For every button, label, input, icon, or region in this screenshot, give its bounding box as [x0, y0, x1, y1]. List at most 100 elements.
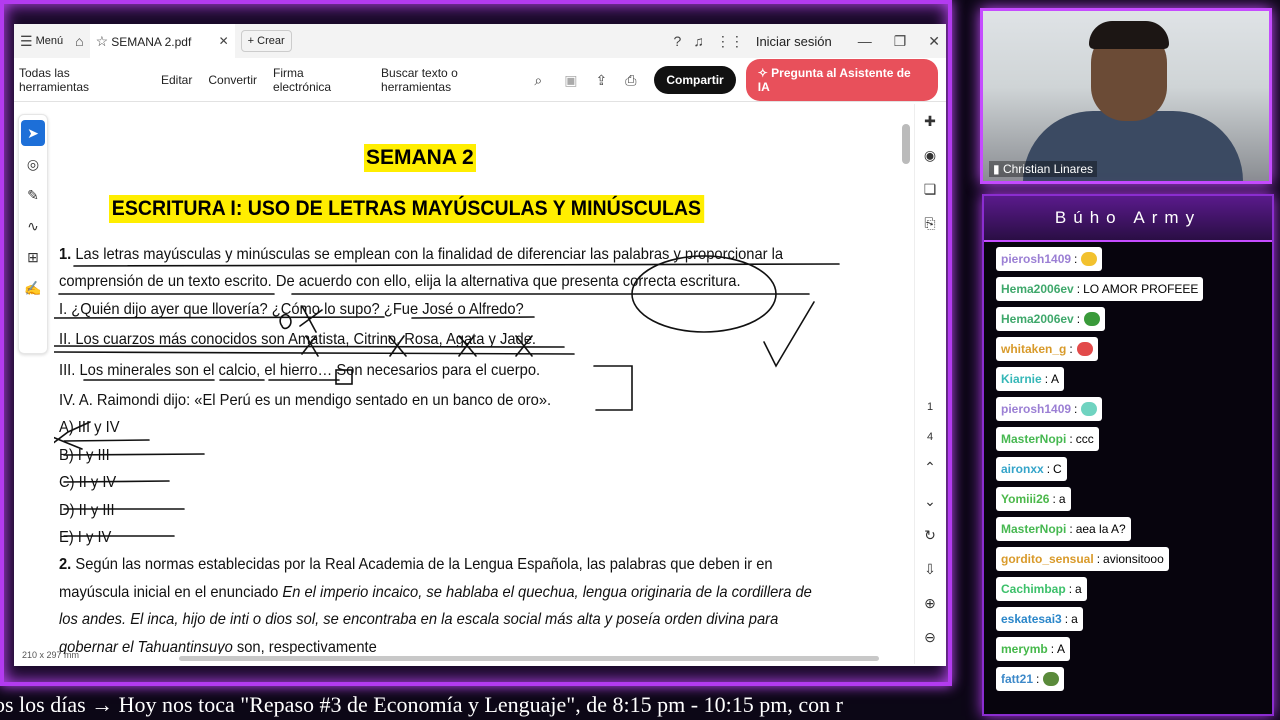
chat-separator: :: [1074, 252, 1078, 266]
chat-text: a: [1071, 612, 1078, 626]
chat-separator: :: [1050, 642, 1055, 656]
close-window-button[interactable]: ✕: [922, 24, 946, 58]
chat-message: merymb: A: [996, 637, 1071, 661]
ai-assistant-button[interactable]: ✧ Pregunta al Asistente de IA: [745, 58, 938, 101]
chat-message: Hema2006ev:: [996, 307, 1106, 331]
comment-panel-icon[interactable]: ✚: [915, 104, 945, 138]
ticker-text: os los días → Hoy nos toca "Repaso #3 de…: [0, 692, 843, 717]
strike-statement-i: [54, 316, 535, 319]
restore-icon: ❐: [893, 33, 907, 49]
chat-panel: Búho Army pierosh1409: Hema2006ev: LO AMOR…: [982, 194, 1274, 716]
star-icon[interactable]: ☆: [96, 34, 109, 48]
restore-button[interactable]: ❐: [888, 24, 913, 58]
chat-message: whitaken_g:: [996, 337, 1098, 361]
main-toolbar: Todas las herramientas Editar Convertir …: [14, 58, 946, 102]
pen-tool-icon[interactable]: ✎: [21, 182, 45, 208]
page-up-icon[interactable]: ⌃: [915, 450, 945, 484]
chat-text: a: [1075, 582, 1082, 596]
edit-menu[interactable]: Editar: [161, 73, 192, 87]
signin-button[interactable]: Iniciar sesión: [750, 24, 838, 58]
extract-icon[interactable]: ⇩: [915, 552, 945, 586]
chat-username: MasterNopi: [1001, 432, 1067, 446]
cross-marks: [299, 305, 533, 357]
pdf-viewer-window: ☰ Menú ⌂ ☆ SEMANA 2.pdf ✕ + Crear ? ♫ ⋮⋮…: [14, 24, 946, 666]
chat-text: LO AMOR PROFEEE: [1083, 282, 1199, 296]
minimize-button[interactable]: —: [852, 24, 878, 58]
tab-bar: ☰ Menú ⌂ ☆ SEMANA 2.pdf ✕ + Crear ? ♫ ⋮⋮…: [14, 24, 946, 58]
chat-message: MasterNopi: aea la A?: [996, 517, 1131, 541]
tool-rail: ➤ ◎ ✎ ∿ ⊞ ✍: [18, 114, 48, 354]
chat-separator: :: [1068, 582, 1073, 596]
webcam-name-text: Christian Linares: [1002, 162, 1093, 176]
chat-message: pierosh1409:: [996, 247, 1103, 271]
comment-tool-icon[interactable]: ◎: [21, 151, 45, 177]
close-tab-icon[interactable]: ✕: [219, 35, 229, 47]
convert-menu[interactable]: Convertir: [208, 73, 257, 87]
chat-message: Yomiii26: a: [996, 487, 1071, 511]
menu-label: Menú: [35, 35, 64, 47]
upload-icon[interactable]: ⇪: [595, 73, 607, 87]
zoom-out-icon[interactable]: ⊖: [915, 620, 945, 654]
chat-username: aironxx: [1001, 462, 1044, 476]
menu-button[interactable]: ☰ Menú: [14, 24, 69, 58]
apps-button[interactable]: ⋮⋮: [710, 24, 750, 58]
save-icon[interactable]: ▣: [564, 73, 577, 87]
text-select-tool-icon[interactable]: ⊞: [21, 244, 45, 270]
rotate-icon[interactable]: ↻: [915, 518, 945, 552]
underline-option-a: [63, 439, 150, 442]
chat-text: ccc: [1075, 432, 1094, 446]
help-button[interactable]: ?: [668, 24, 688, 58]
page-down-icon[interactable]: ⌄: [915, 484, 945, 518]
hamburger-icon: ☰: [20, 33, 33, 49]
tab-semana2[interactable]: ☆ SEMANA 2.pdf ✕: [89, 24, 235, 58]
ai-icon: ✧: [757, 65, 768, 80]
signin-label: Iniciar sesión: [755, 33, 832, 49]
chat-message: pierosh1409:: [996, 397, 1103, 421]
copy-icon[interactable]: ⎘: [915, 206, 945, 240]
chat-separator: :: [1096, 552, 1101, 566]
signal-icon: ▮: [993, 162, 1000, 176]
chat-separator: :: [1064, 612, 1069, 626]
chat-separator: :: [1052, 492, 1056, 506]
esign-menu[interactable]: Firma electrónica: [273, 66, 365, 94]
close-icon: ✕: [928, 33, 940, 49]
chat-text: A: [1051, 372, 1060, 386]
new-tab-label: Crear: [257, 35, 285, 47]
chat-username: eskatesai3: [1001, 612, 1062, 626]
new-tab-button[interactable]: + Crear: [240, 30, 292, 52]
annotations-icon[interactable]: ◉: [915, 138, 945, 172]
chat-separator: :: [1074, 402, 1078, 416]
bracket-mark: [593, 365, 633, 411]
news-ticker: os los días → Hoy nos toca "Repaso #3 de…: [0, 690, 952, 720]
sign-tool-icon[interactable]: ✍: [21, 275, 45, 301]
chat-username: Hema2006ev: [1001, 312, 1074, 326]
zoom-in-icon[interactable]: ⊕: [915, 586, 945, 620]
tab-title: SEMANA 2.pdf: [111, 34, 192, 49]
horizontal-scrollbar[interactable]: [179, 656, 879, 661]
select-tool-icon[interactable]: ➤: [21, 120, 45, 146]
minimize-icon: —: [857, 33, 872, 49]
emote-icon: [1081, 402, 1098, 416]
all-tools-menu[interactable]: Todas las herramientas: [19, 66, 143, 94]
draw-tool-icon[interactable]: ∿: [21, 213, 45, 239]
chat-username: whitaken_g: [1001, 342, 1067, 356]
vertical-scrollbar[interactable]: [902, 124, 910, 164]
current-page[interactable]: 1: [915, 390, 945, 424]
total-pages: 4: [926, 431, 934, 443]
bookmark-icon[interactable]: ❏: [915, 172, 945, 206]
notifications-button[interactable]: ♫: [687, 24, 710, 58]
share-button[interactable]: Compartir: [654, 65, 736, 94]
underline-statement-ii: [54, 351, 575, 355]
search-icon: ⌕: [534, 71, 543, 88]
chat-text: aea la A?: [1075, 522, 1126, 536]
bell-icon: ♫: [693, 33, 704, 49]
print-icon[interactable]: ⎙: [625, 73, 636, 87]
emote-icon: [1081, 252, 1098, 266]
check-mark: [763, 301, 815, 368]
chat-username: Hema2006ev: [1001, 282, 1074, 296]
chat-message: Cachimbap: a: [996, 577, 1087, 601]
home-button[interactable]: ⌂: [69, 24, 89, 58]
chat-message: MasterNopi: ccc: [996, 427, 1099, 451]
page-size-label: 210 x 297 mm: [22, 650, 80, 660]
search-tools[interactable]: Buscar texto o herramientas ⌕: [381, 66, 542, 94]
